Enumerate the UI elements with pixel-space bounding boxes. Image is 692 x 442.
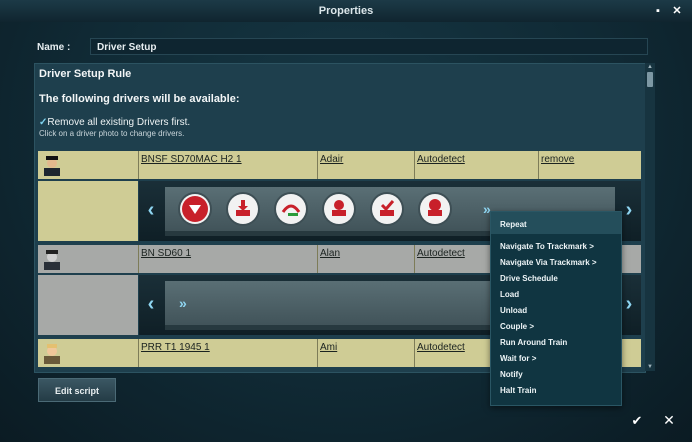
driver-name-link[interactable]: Alan xyxy=(320,248,340,259)
unload-icon[interactable] xyxy=(228,194,258,224)
menu-item-navigate-to-trackmark[interactable]: Navigate To Trackmark > xyxy=(500,242,594,251)
menu-item-unload[interactable]: Unload xyxy=(500,306,527,315)
cancel-button[interactable]: ✕ xyxy=(660,411,678,429)
halt-icon[interactable] xyxy=(420,194,450,224)
remove-link[interactable]: remove xyxy=(541,154,574,165)
driver-photo-icon xyxy=(44,250,60,270)
properties-window: Properties ▪ ✕ Name : Driver Setup Drive… xyxy=(0,0,692,442)
instruction-context-menu: Repeat Navigate To Trackmark > Navigate … xyxy=(490,211,622,406)
rule-title: Driver Setup Rule xyxy=(39,68,132,80)
name-label: Name : xyxy=(37,42,71,53)
hint-text: Click on a driver photo to change driver… xyxy=(39,129,185,138)
scroll-left-icon[interactable]: ‹ xyxy=(139,181,163,241)
close-window-icon[interactable]: ✕ xyxy=(670,4,684,18)
driver-photo-icon xyxy=(44,156,60,176)
menu-item-halt-train[interactable]: Halt Train xyxy=(500,386,536,395)
add-instruction-icon[interactable]: » xyxy=(179,295,187,311)
menu-item-load[interactable]: Load xyxy=(500,290,519,299)
menu-item-couple[interactable]: Couple > xyxy=(500,322,534,331)
menu-item-notify[interactable]: Notify xyxy=(500,370,523,379)
ok-button[interactable]: ✔ xyxy=(628,412,646,430)
remove-drivers-label: Remove all existing Drivers first. xyxy=(47,117,191,128)
driver-photo-icon xyxy=(44,344,60,364)
edit-script-button[interactable]: Edit script xyxy=(38,378,116,402)
title-bar: Properties ▪ ✕ xyxy=(0,0,692,22)
couple-icon[interactable] xyxy=(276,194,306,224)
train-link[interactable]: PRR T1 1945 1 xyxy=(141,342,210,353)
train-link[interactable]: BN SD60 1 xyxy=(141,248,191,259)
scroll-left-icon[interactable]: ‹ xyxy=(139,275,163,335)
scroll-thumb[interactable] xyxy=(647,72,653,87)
schedule-icon[interactable] xyxy=(372,194,402,224)
mode-link[interactable]: Autodetect xyxy=(417,248,465,259)
available-heading: The following drivers will be available: xyxy=(39,93,240,105)
remove-drivers-checkbox[interactable]: ✓Remove all existing Drivers first. xyxy=(39,117,190,128)
train-link[interactable]: BNSF SD70MAC H2 1 xyxy=(141,154,242,165)
driver-photo[interactable] xyxy=(38,245,135,273)
driver-name-link[interactable]: Adair xyxy=(320,154,343,165)
driver-photo[interactable] xyxy=(38,339,135,367)
name-input[interactable]: Driver Setup xyxy=(90,38,648,55)
load-icon[interactable] xyxy=(324,194,354,224)
scroll-up-icon[interactable]: ▲ xyxy=(645,63,655,71)
minimize-icon[interactable]: ▪ xyxy=(651,4,665,18)
menu-item-navigate-via-trackmark[interactable]: Navigate Via Trackmark > xyxy=(500,258,597,267)
driver-photo[interactable] xyxy=(38,151,135,179)
menu-item-repeat[interactable]: Repeat xyxy=(500,220,527,229)
menu-item-wait-for[interactable]: Wait for > xyxy=(500,354,536,363)
window-title: Properties xyxy=(318,5,374,17)
menu-item-run-around-train[interactable]: Run Around Train xyxy=(500,338,567,347)
stop-icon[interactable] xyxy=(180,194,210,224)
panel-scrollbar[interactable]: ▲ ▼ xyxy=(645,63,655,371)
driver-row: BNSF SD70MAC H2 1 Adair Autodetect remov… xyxy=(38,151,641,179)
scroll-down-icon[interactable]: ▼ xyxy=(645,363,655,371)
menu-item-drive-schedule[interactable]: Drive Schedule xyxy=(500,274,558,283)
mode-link[interactable]: Autodetect xyxy=(417,154,465,165)
mode-link[interactable]: Autodetect xyxy=(417,342,465,353)
driver-name-link[interactable]: Ami xyxy=(320,342,337,353)
